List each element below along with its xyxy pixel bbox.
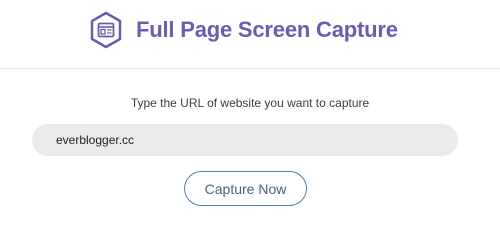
url-prompt-label: Type the URL of website you want to capt…	[130, 96, 370, 110]
browser-window-icon	[89, 11, 123, 49]
app-title: Full Page Screen Capture	[136, 17, 398, 42]
url-input[interactable]	[32, 124, 458, 156]
capture-now-button[interactable]: Capture Now	[184, 171, 307, 206]
header: Full Page Screen Capture	[0, 0, 500, 69]
